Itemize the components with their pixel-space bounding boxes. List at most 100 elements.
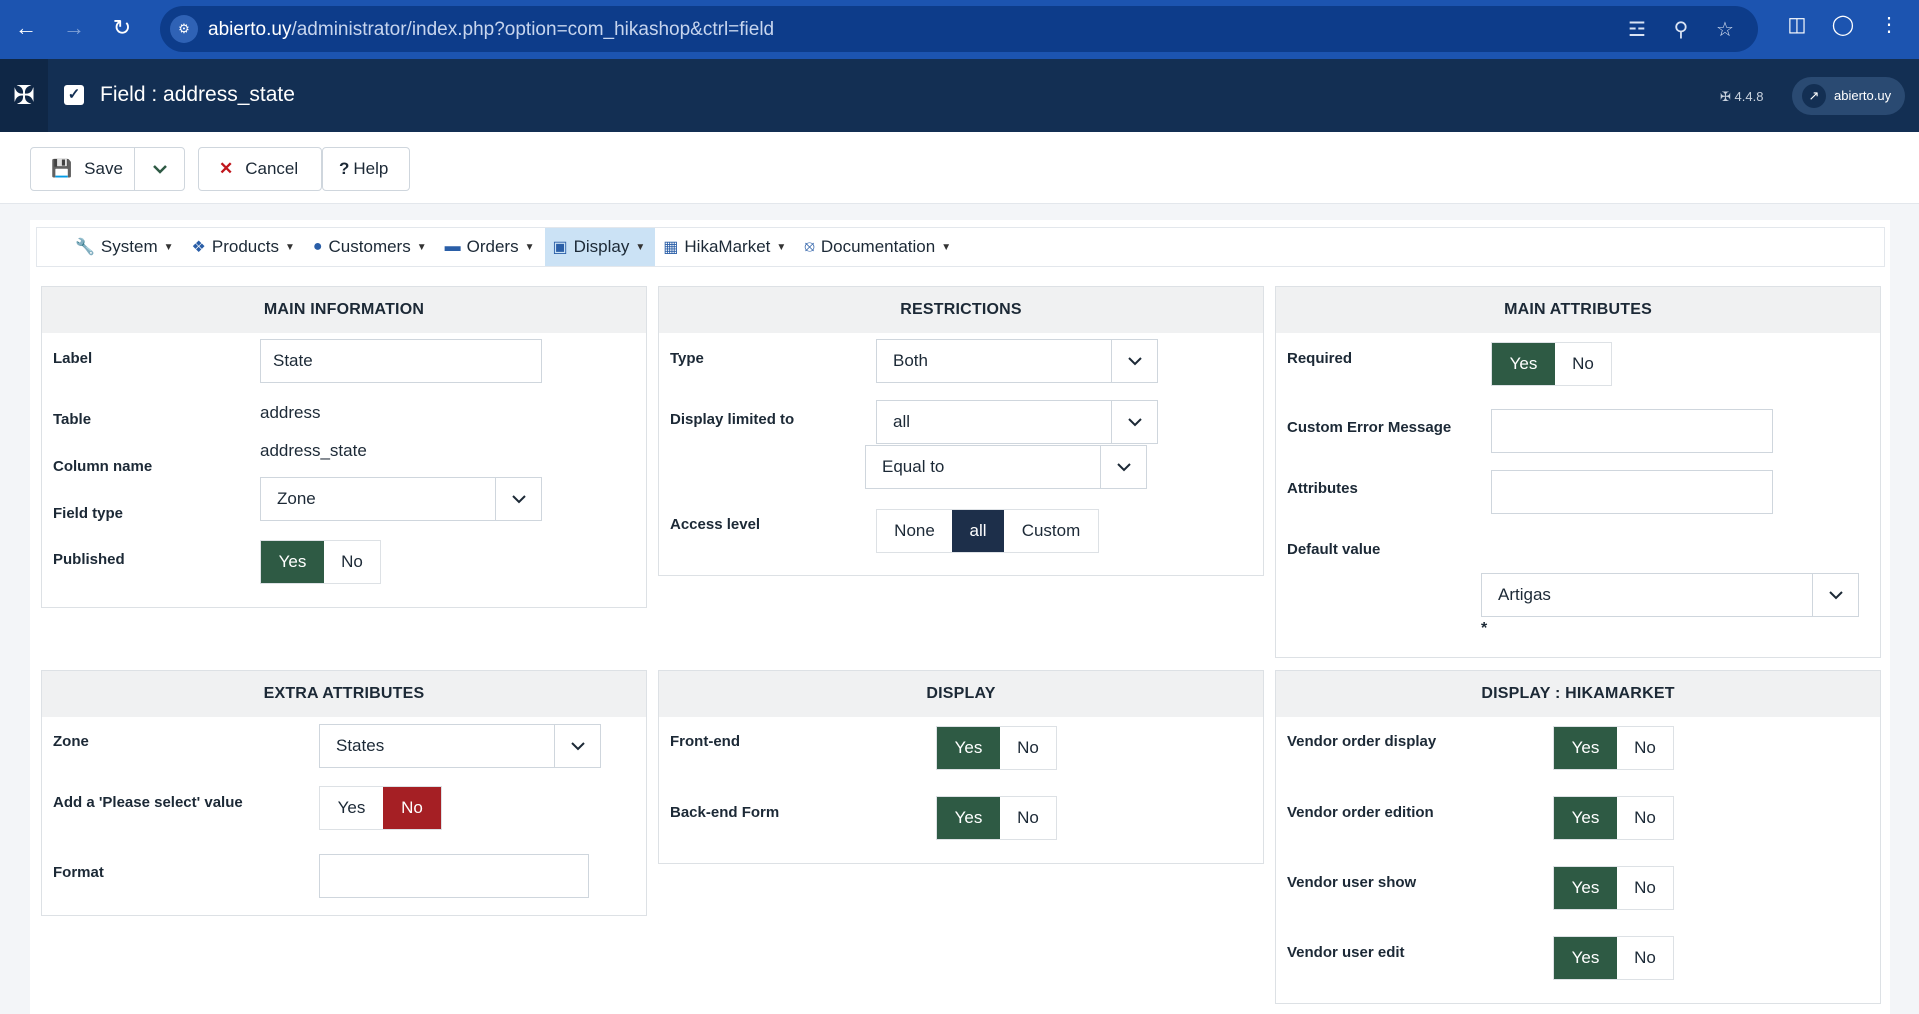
joomla-logo-icon[interactable]: ✠ [0,59,48,132]
please-select-yes[interactable]: Yes [320,787,383,829]
menu-customers[interactable]: ● Customers ▼ [305,228,437,266]
joomla-version: ✠ 4.4.8 [1720,89,1764,104]
caret-down-icon: ▼ [416,241,427,253]
external-link-icon: ↗ [1802,84,1826,108]
menu-system[interactable]: 🔧 System ▼ [67,228,184,266]
operator-select[interactable]: Equal to [865,445,1147,489]
custom-error-input[interactable] [1491,409,1773,453]
menu-orders[interactable]: ▬ Orders ▼ [437,228,545,266]
frontend-toggle: Yes No [936,726,1057,770]
zone-select[interactable]: States [319,724,601,768]
vendor-order-edition-toggle: Yes No [1553,796,1674,840]
published-yes[interactable]: Yes [261,541,324,583]
type-select[interactable]: Both [876,339,1158,383]
action-toolbar: 💾 Save ✕ Cancel ? Help [0,132,1919,204]
vendor-user-show-label: Vendor user show [1287,874,1417,891]
address-bar[interactable]: ⚙ abierto.uy/administrator/index.php?opt… [160,6,1758,52]
save-icon: 💾 [51,159,73,178]
bookmark-star-icon[interactable]: ☆ [1712,17,1738,42]
credit-card-icon: ▬ [444,238,461,255]
required-yes[interactable]: Yes [1492,343,1555,385]
vendor-user-edit-no[interactable]: No [1617,937,1673,979]
browser-toolbar: ← → ↻ ⚙ abierto.uy/administrator/index.p… [0,0,1919,59]
vendor-user-edit-yes[interactable]: Yes [1554,937,1617,979]
menu-more-icon[interactable]: ⋮ [1875,12,1903,37]
main-information-panel: MAIN INFORMATION Label State Table addre… [41,286,647,608]
chevron-down-icon [495,478,541,520]
chevron-down-icon [1812,574,1858,616]
required-label: Required [1287,350,1353,367]
chevron-down-icon [554,725,600,767]
access-none[interactable]: None [877,510,952,552]
frontend-label: Front-end [670,733,740,750]
required-toggle: Yes No [1491,342,1612,386]
site-info-icon[interactable]: ⚙ [170,15,198,43]
please-select-label: Add a 'Please select' value [53,794,243,811]
extra-attributes-panel: EXTRA ATTRIBUTES Zone States Add a 'Plea… [41,670,647,916]
required-asterisk: * [1481,620,1488,637]
vendor-order-edition-no[interactable]: No [1617,797,1673,839]
reload-icon[interactable]: ↻ [106,12,138,44]
vendor-user-show-yes[interactable]: Yes [1554,867,1617,909]
wrench-icon: 🔧 [75,239,95,256]
vendor-user-show-no[interactable]: No [1617,867,1673,909]
user-icon: ● [312,238,323,255]
chevron-down-icon [152,165,167,174]
frontend-no[interactable]: No [1000,727,1056,769]
chevron-down-icon [1111,401,1157,443]
frontend-yes[interactable]: Yes [937,727,1000,769]
url-text[interactable]: abierto.uy/administrator/index.php?optio… [208,19,774,41]
label-input[interactable]: State [260,339,542,383]
help-button[interactable]: ? Help [322,147,410,191]
field-type-select[interactable]: Zone [260,477,542,521]
menu-display[interactable]: ▣ Display ▼ [544,228,656,266]
extensions-icon[interactable]: ◫ [1783,12,1811,37]
menu-products[interactable]: ❖ Products ▼ [184,228,305,266]
save-button[interactable]: 💾 Save [30,147,135,191]
panel-title: MAIN ATTRIBUTES [1276,287,1880,333]
please-select-toggle: Yes No [319,786,442,830]
forward-arrow-icon[interactable]: → [58,12,90,44]
access-level-toggle: None all Custom [876,509,1099,553]
attributes-label: Attributes [1287,480,1358,497]
zoom-icon[interactable]: ⚲ [1668,17,1694,42]
back-arrow-icon[interactable]: ← [10,12,42,44]
please-select-no[interactable]: No [383,787,441,829]
cancel-button[interactable]: ✕ Cancel [198,147,322,191]
required-no[interactable]: No [1555,343,1611,385]
table-label: Table [53,411,92,428]
view-site-button[interactable]: ↗ abierto.uy [1792,77,1905,115]
menu-hikamarket[interactable]: ▦ HikaMarket ▼ [655,228,796,266]
caret-down-icon: ▼ [163,241,174,253]
format-label: Format [53,864,104,881]
attributes-input[interactable] [1491,470,1773,514]
display-limited-select[interactable]: all [876,400,1158,444]
profile-icon[interactable]: ◯ [1829,12,1857,37]
backend-no[interactable]: No [1000,797,1056,839]
vendor-user-edit-toggle: Yes No [1553,936,1674,980]
translate-icon[interactable]: ☲ [1624,17,1650,42]
save-dropdown-button[interactable] [134,147,185,191]
published-no[interactable]: No [324,541,380,583]
store-icon: ▦ [663,239,679,256]
access-custom[interactable]: Custom [1004,510,1098,552]
vendor-order-display-yes[interactable]: Yes [1554,727,1617,769]
vendor-order-edition-yes[interactable]: Yes [1554,797,1617,839]
panel-title: DISPLAY : HIKAMARKET [1276,671,1880,717]
hikashop-menu: 🔧 System ▼ ❖ Products ▼ ● Customers ▼ ▬ Orders ▼… [36,227,1885,267]
menu-documentation[interactable]: ⦻ Documentation ▼ [796,228,961,266]
access-all[interactable]: all [952,510,1004,552]
default-value-select[interactable]: Artigas [1481,573,1859,617]
panel-title: RESTRICTIONS [659,287,1263,333]
backend-yes[interactable]: Yes [937,797,1000,839]
display-limited-label: Display limited to [670,411,795,428]
question-icon: ? [339,159,350,178]
caret-down-icon: ▼ [524,241,535,253]
caret-down-icon: ▼ [776,241,787,253]
custom-error-label: Custom Error Message [1287,419,1452,436]
vendor-user-show-toggle: Yes No [1553,866,1674,910]
vendor-order-display-no[interactable]: No [1617,727,1673,769]
format-input[interactable] [319,854,589,898]
restrictions-panel: RESTRICTIONS Type Both Display limited t… [658,286,1264,576]
lifebuoy-icon: ⦻ [804,238,815,255]
